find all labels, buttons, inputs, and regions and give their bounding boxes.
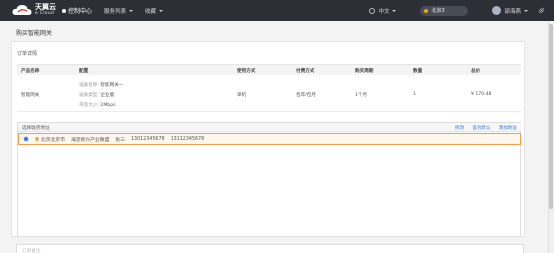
console-link[interactable]: 控制中心: [62, 6, 92, 15]
address-section: 选择收货地址 修改 设为默认 添加地址 北京北京市 海淀新兴产业联盟 张三 13…: [17, 122, 521, 237]
config-item: 设备名称: 智能网关一: [79, 82, 123, 88]
console-dot-icon: [62, 8, 66, 13]
order-remark-input[interactable]: 订单备注: [16, 244, 524, 253]
region-label: 北京3: [431, 8, 445, 14]
cloud-logo-icon: [12, 5, 32, 15]
config-key: 设备名称:: [79, 83, 99, 88]
notification-icon[interactable]: [538, 7, 545, 14]
nav-service-list[interactable]: 服务列表: [104, 7, 134, 15]
col-usage: 使用方式: [237, 69, 256, 74]
address-phone-1: 13012345678: [131, 136, 165, 142]
language-selector[interactable]: 中文: [369, 7, 397, 15]
config-value: 智能网关一: [100, 83, 124, 88]
console-label: 控制中心: [68, 8, 93, 15]
col-total: 总价: [471, 69, 481, 74]
address-title: 选择收货地址: [22, 126, 50, 131]
nav-favorites[interactable]: 收藏: [145, 7, 164, 15]
config-value: 2Mbps: [100, 103, 116, 108]
address-phone-2: 13112345678: [170, 136, 205, 142]
region-selector[interactable]: 北京3: [420, 5, 469, 16]
set-default-link[interactable]: 设为默认: [472, 125, 490, 131]
nav-service-list-label: 服务列表: [104, 8, 127, 15]
address-header: 选择收货地址 修改 设为默认 添加地址: [18, 123, 521, 132]
edit-address-link[interactable]: 修改: [455, 125, 464, 131]
globe-icon: [369, 7, 376, 14]
order-card: 订单详情 产品名称 配置 使用方式 付费方式 购买周期 数量 总价 智能网关 设…: [11, 41, 525, 237]
username: 邵海燕: [504, 8, 521, 15]
table-row: 智能网关 设备名称: 智能网关一 设备类型: 企业版 带宽大小: 2Mbps 单…: [17, 75, 521, 112]
config-value: 企业版: [100, 93, 115, 98]
page-title: 购买智能网关: [16, 30, 53, 37]
nav-favorites-label: 收藏: [145, 8, 157, 15]
user-menu[interactable]: 邵海燕: [492, 6, 528, 15]
logo-sub-text: e Cloud: [35, 11, 55, 17]
col-product: 产品名称: [21, 69, 40, 74]
product-name: 智能网关: [21, 93, 40, 98]
config-item: 设备类型: 企业版: [79, 92, 114, 98]
chevron-down-icon: [392, 9, 397, 12]
section-title: 订单详情: [17, 51, 38, 57]
address-city: 北京北京市: [41, 137, 65, 143]
config-key: 带宽大小:: [79, 103, 99, 108]
top-navigation-bar: 天翼云 e Cloud 控制中心 服务列表 收藏 中文 北京3 邵海燕: [0, 0, 554, 21]
config-key: 设备类型:: [79, 93, 99, 98]
col-config: 配置: [79, 69, 89, 74]
avatar: [492, 6, 502, 15]
add-address-link[interactable]: 添加地址: [499, 125, 517, 131]
radio-selected-icon[interactable]: [23, 136, 29, 142]
col-quantity: 数量: [413, 69, 423, 74]
period-value: 1个月: [355, 93, 368, 98]
chevron-down-icon: [159, 9, 164, 12]
col-payment: 付费方式: [296, 69, 315, 74]
logo[interactable]: 天翼云 e Cloud: [11, 4, 56, 17]
col-period: 购买周期: [355, 69, 374, 74]
address-name: 张三: [115, 137, 125, 143]
scrollbar-thumb[interactable]: [549, 24, 553, 209]
total-price: ¥ 170.48: [471, 92, 492, 97]
config-item: 带宽大小: 2Mbps: [79, 102, 116, 108]
quantity-value: 1: [413, 92, 416, 97]
order-table-header: 产品名称 配置 使用方式 付费方式 购买周期 数量 总价: [17, 64, 521, 75]
chevron-down-icon: [524, 9, 528, 12]
location-pin-icon: [35, 136, 39, 142]
chevron-down-icon: [129, 9, 134, 12]
address-street: 海淀新兴产业联盟: [71, 137, 110, 143]
usage-value: 单机: [237, 93, 247, 98]
payment-value: 包年/包月: [296, 93, 316, 98]
language-label: 中文: [378, 8, 390, 15]
address-option-selected[interactable]: 北京北京市 海淀新兴产业联盟 张三 13012345678 1311234567…: [18, 133, 521, 145]
location-pin-icon: [424, 8, 429, 13]
